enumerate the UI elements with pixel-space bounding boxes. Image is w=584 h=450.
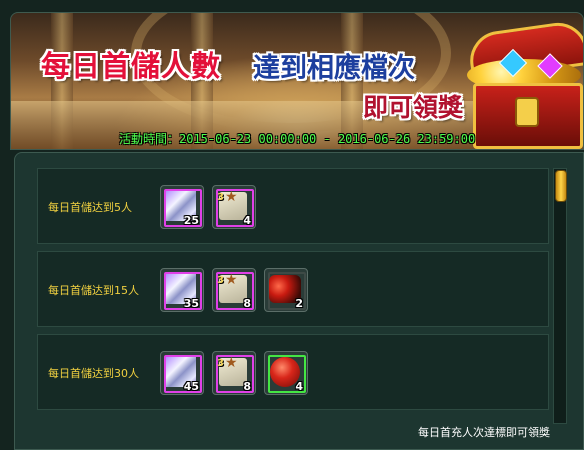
reward-item-crystal[interactable]: 45 [160, 351, 204, 395]
item-level: 3 [217, 192, 224, 203]
reward-row: 每日首儲达到5人 25 ★ 3 4 [37, 168, 549, 244]
event-banner: 每日首儲人數 達到相應檔次 即可領獎 活動時間：2015-06-23 00:00… [10, 12, 584, 150]
reward-tier-label: 每日首儲达到30人 [48, 367, 139, 380]
reward-list[interactable]: 每日首儲达到5人 25 ★ 3 4 每日首儲达到15人 35 ★ 3 8 2 每… [37, 168, 549, 438]
banner-title-daily-first-deposit: 每日首儲人數 [41, 49, 222, 83]
reward-item-crystal[interactable]: 25 [160, 185, 204, 229]
item-quantity: 25 [183, 214, 199, 227]
item-quantity: 45 [183, 380, 199, 393]
reward-panel: 每日首儲达到5人 25 ★ 3 4 每日首儲达到15人 35 ★ 3 8 2 每… [14, 152, 584, 450]
item-quantity: 4 [243, 214, 251, 227]
item-level: 3 [217, 358, 224, 369]
item-quantity: 8 [243, 297, 251, 310]
item-quantity: 35 [183, 297, 199, 310]
reward-row: 每日首儲达到30人 45 ★ 3 8 4 [37, 334, 549, 410]
reward-item-scroll[interactable]: ★ 3 8 [212, 268, 256, 312]
reward-item-crystal[interactable]: 35 [160, 268, 204, 312]
reward-item-scroll[interactable]: ★ 3 8 [212, 351, 256, 395]
star-icon: ★ [225, 272, 238, 288]
reward-list-scrollbar[interactable] [553, 168, 567, 424]
reward-item-scroll[interactable]: ★ 3 4 [212, 185, 256, 229]
reward-item-red-orb[interactable]: 2 [264, 268, 308, 312]
banner-title-claim-reward: 即可領獎 [363, 93, 464, 122]
scrollbar-thumb[interactable] [555, 170, 567, 202]
item-level: 3 [217, 275, 224, 286]
event-period: 活動時間：2015-06-23 00:00:00 - 2016-06-26 23… [119, 132, 476, 146]
footer-note: 每日首充人次達標即可領獎 [418, 426, 550, 439]
item-quantity: 8 [243, 380, 251, 393]
reward-tier-label: 每日首儲达到15人 [48, 284, 139, 297]
item-quantity: 4 [295, 380, 303, 393]
treasure-chest-icon [463, 19, 583, 149]
reward-row: 每日首儲达到15人 35 ★ 3 8 2 [37, 251, 549, 327]
event-window: 每日首儲人數 達到相應檔次 即可領獎 活動時間：2015-06-23 00:00… [0, 0, 584, 450]
star-icon: ★ [225, 355, 238, 371]
banner-title-reach-tier: 達到相應檔次 [253, 53, 415, 84]
reward-tier-label: 每日首儲达到5人 [48, 201, 132, 214]
item-quantity: 2 [295, 297, 303, 310]
star-icon: ★ [225, 189, 238, 205]
reward-item-red-orb[interactable]: 4 [264, 351, 308, 395]
